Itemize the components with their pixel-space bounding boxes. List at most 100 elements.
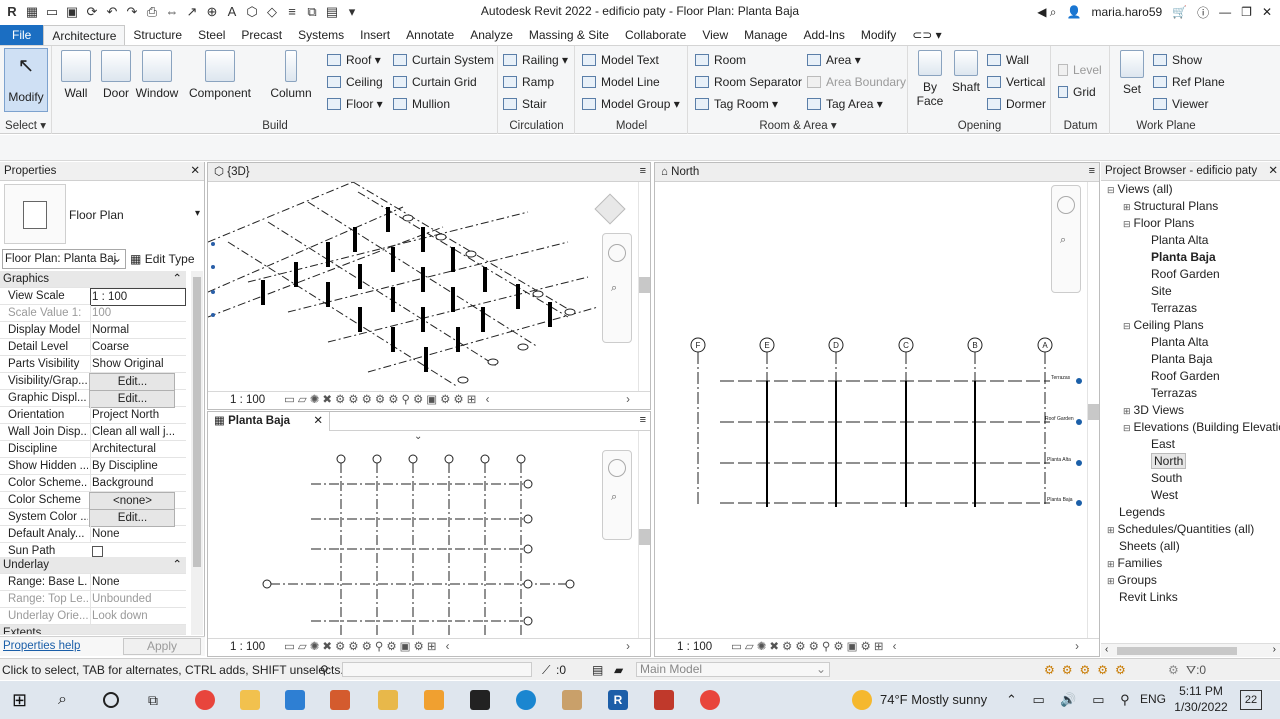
tab-architecture[interactable]: Architecture bbox=[43, 25, 126, 45]
restore-icon[interactable]: ❐ bbox=[1241, 5, 1252, 19]
tab-massing-site[interactable]: Massing & Site bbox=[521, 25, 617, 45]
navigation-bar-2d[interactable]: ⌕ bbox=[602, 450, 632, 540]
view-north-tab[interactable]: ⌂ North bbox=[655, 163, 773, 182]
chrome-icon[interactable] bbox=[195, 690, 215, 710]
print-icon[interactable]: ⎙ bbox=[144, 4, 160, 20]
curtain-grid-button[interactable]: Curtain Grid bbox=[393, 72, 477, 92]
browser-item[interactable]: ⊟ Ceiling Plans bbox=[1123, 317, 1204, 334]
stair-button[interactable]: Stair bbox=[503, 94, 547, 114]
tray-icons[interactable]: ⌃ ▭ 🔊 ▭ ⚲ bbox=[1006, 692, 1136, 708]
property-value[interactable]: Look down bbox=[90, 608, 186, 624]
browser-hscroll[interactable]: ‹ › bbox=[1101, 643, 1280, 657]
search-icon[interactable]: ⌕ bbox=[58, 690, 78, 710]
view-planta-baja[interactable]: ▦ Planta Baja ✕ ≡ ⌄ ⌕ 1 : 100 ▭▱✺✖⚙⚙⚙⚲⚙▣⚙… bbox=[207, 411, 651, 657]
save-icon[interactable]: ▣ bbox=[64, 4, 80, 20]
browser-item[interactable]: Planta Baja bbox=[1139, 249, 1216, 266]
minimize-icon[interactable]: — bbox=[1219, 5, 1231, 19]
redo-icon[interactable]: ↷ bbox=[124, 4, 140, 20]
view-3d[interactable]: ⬡ {3D} ≡ ⌕ 1: 100 ▭▱✺✖⚙⚙⚙⚙⚙⚲⚙▣⚙⚙⊞ ‹ › bbox=[207, 162, 651, 410]
close-icon[interactable]: ✕ bbox=[1262, 5, 1272, 19]
chrome2-icon[interactable] bbox=[700, 690, 720, 710]
browser-item[interactable]: Planta Alta bbox=[1139, 334, 1208, 351]
text-icon[interactable]: A bbox=[224, 4, 240, 20]
collapse-node-icon[interactable]: ⊟ bbox=[1123, 423, 1131, 433]
browser-item[interactable]: Terrazas bbox=[1139, 300, 1197, 317]
undo-icon[interactable]: ↶ bbox=[104, 4, 120, 20]
binoculars-icon[interactable]: ◀ ⌕ bbox=[1037, 5, 1056, 20]
modify-button[interactable]: ↖ Modify bbox=[4, 48, 48, 112]
property-value[interactable]: Unbounded bbox=[90, 591, 186, 607]
area-button[interactable]: Area ▾ bbox=[807, 50, 861, 70]
tab-add-ins[interactable]: Add-Ins bbox=[795, 25, 852, 45]
browser-item[interactable]: Planta Alta bbox=[1139, 232, 1208, 249]
roof-button[interactable]: Roof ▾ bbox=[327, 50, 381, 70]
autocad-icon[interactable] bbox=[562, 690, 582, 710]
property-value[interactable]: Background bbox=[90, 475, 186, 491]
clock-time[interactable]: 5:11 PM bbox=[1178, 684, 1224, 698]
windows-start-icon[interactable]: ⊞ bbox=[12, 690, 32, 710]
browser-item[interactable]: ⊟ Views (all) bbox=[1107, 181, 1173, 198]
property-value[interactable]: By Discipline bbox=[90, 458, 186, 474]
user-icon[interactable]: 👤 bbox=[1067, 5, 1082, 19]
clock-date[interactable]: 1/30/2022 bbox=[1174, 700, 1228, 714]
sun-path-checkbox[interactable] bbox=[92, 546, 103, 557]
media-icon[interactable] bbox=[330, 690, 350, 710]
model-line-button[interactable]: Model Line bbox=[582, 72, 660, 92]
workset-selector[interactable] bbox=[342, 662, 532, 677]
viewer-button[interactable]: Viewer bbox=[1153, 94, 1208, 114]
navigation-bar-elev[interactable]: ⌕ bbox=[1051, 185, 1081, 293]
property-value[interactable]: Edit... bbox=[89, 390, 175, 408]
show-button[interactable]: Show bbox=[1153, 50, 1202, 70]
group-extents[interactable]: Extents bbox=[0, 625, 186, 635]
thin-lines-icon[interactable]: ≡ bbox=[284, 4, 300, 20]
window-button[interactable]: Window bbox=[135, 50, 179, 100]
edge-icon[interactable] bbox=[516, 690, 536, 710]
railing-button[interactable]: Railing ▾ bbox=[503, 50, 568, 70]
store-icon[interactable] bbox=[285, 690, 305, 710]
horizontal-scroll-arrow-icon[interactable]: › bbox=[1075, 639, 1079, 656]
browser-item[interactable]: West bbox=[1139, 487, 1178, 504]
help-icon[interactable]: ⓘ bbox=[1197, 4, 1209, 21]
room-button[interactable]: Room bbox=[695, 50, 746, 70]
browser-item[interactable]: North bbox=[1139, 453, 1187, 470]
horizontal-scroll-arrow-icon[interactable]: › bbox=[626, 639, 630, 656]
browser-item[interactable]: Sheets (all) bbox=[1107, 538, 1180, 555]
level-button[interactable]: Level bbox=[1058, 60, 1102, 80]
weather-sun-icon[interactable] bbox=[852, 690, 872, 710]
office-icon[interactable] bbox=[654, 690, 674, 710]
open-icon[interactable]: ▭ bbox=[44, 4, 60, 20]
browser-item[interactable]: ⊞ 3D Views bbox=[1123, 402, 1184, 419]
property-value[interactable]: Show Original bbox=[90, 356, 186, 372]
expand-node-icon[interactable]: ⊞ bbox=[1107, 559, 1115, 569]
collapse-node-icon[interactable]: ⊟ bbox=[1123, 219, 1131, 229]
navigation-bar[interactable]: ⌕ bbox=[602, 233, 632, 343]
browser-item[interactable]: ⊞ Families bbox=[1107, 555, 1162, 572]
property-value[interactable]: 100 bbox=[90, 305, 186, 321]
measure-icon[interactable]: ⇔ bbox=[164, 4, 180, 20]
browser-item[interactable]: Roof Garden bbox=[1139, 368, 1220, 385]
browser-item[interactable]: Revit Links bbox=[1107, 589, 1178, 606]
editable-only-icon[interactable]: ▤ bbox=[592, 659, 603, 681]
design-options-icon[interactable]: ▰ bbox=[614, 659, 623, 681]
group-underlay[interactable]: Underlay ⌃ bbox=[0, 557, 186, 574]
dormer-button[interactable]: Dormer bbox=[987, 94, 1046, 114]
tab-view[interactable]: View bbox=[694, 25, 736, 45]
browser-item[interactable]: Terrazas bbox=[1139, 385, 1197, 402]
tag-room-button[interactable]: Tag Room ▾ bbox=[695, 94, 778, 114]
view-3d-scrollbar[interactable] bbox=[638, 182, 650, 391]
language-indicator[interactable]: ENG bbox=[1140, 692, 1166, 706]
view-menu-icon[interactable]: ≡ bbox=[640, 165, 646, 177]
model-text-button[interactable]: Model Text bbox=[582, 50, 659, 70]
view-scale[interactable]: 1 : 100 bbox=[230, 639, 265, 656]
property-value[interactable]: Edit... bbox=[89, 373, 175, 391]
task-view-icon[interactable]: ⧉ bbox=[148, 690, 168, 710]
tab-modify[interactable]: Modify bbox=[853, 25, 904, 45]
wall-opening-button[interactable]: Wall bbox=[987, 50, 1029, 70]
tab-systems[interactable]: Systems bbox=[290, 25, 352, 45]
group-graphics[interactable]: Graphics ⌃ bbox=[0, 271, 186, 288]
view-menu-icon[interactable]: ≡ bbox=[1089, 165, 1095, 177]
view-controls-icons[interactable]: ▭▱✺✖⚙⚙⚙⚲⚙▣⚙⊞ ‹ bbox=[731, 639, 899, 656]
revit-taskbar-icon[interactable]: R bbox=[608, 690, 628, 710]
mullion-button[interactable]: Mullion bbox=[393, 94, 450, 114]
horizontal-scroll-arrow-icon[interactable]: › bbox=[626, 392, 630, 409]
